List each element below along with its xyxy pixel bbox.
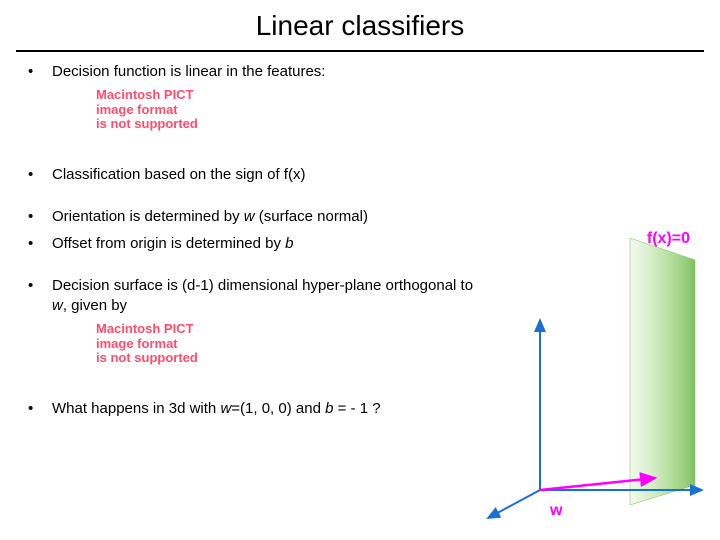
axis-y (488, 490, 540, 518)
bullet-4-var-b: b (285, 235, 293, 252)
bullet-dot-icon: • (26, 399, 52, 419)
bullet-3-pre: Orientation is determined by (52, 208, 244, 225)
bullet-5-post: , given by (63, 297, 127, 314)
bullet-4-pre: Offset from origin is determined by (52, 235, 285, 252)
bullet-3-var-w: w (244, 208, 255, 225)
bullet-1-text: Decision function is linear in the featu… (52, 62, 694, 82)
bullet-6-mid: =(1, 0, 0) and (231, 400, 325, 417)
bullet-dot-icon: • (26, 62, 52, 82)
bullet-6-post: = - 1 ? (333, 400, 380, 417)
bullet-5-var-w: w (52, 297, 63, 314)
bullet-dot-icon: • (26, 165, 52, 185)
bullet-2: • Classification based on the sign of f(… (26, 165, 694, 185)
bullet-1: • Decision function is linear in the fea… (26, 62, 694, 82)
pict-line-1: Macintosh PICT (96, 88, 694, 102)
pict-line-3: is not supported (96, 117, 694, 131)
bullet-dot-icon: • (26, 207, 52, 227)
bullet-6-var-w: w (220, 400, 231, 417)
w-vector-label: w (550, 502, 562, 520)
bullet-dot-icon: • (26, 276, 52, 296)
plane-shape (630, 238, 695, 505)
bullet-3-text: Orientation is determined by w (surface … (52, 207, 694, 227)
slide-title: Linear classifiers (0, 0, 720, 50)
bullet-3: • Orientation is determined by w (surfac… (26, 207, 694, 227)
pict-error-placeholder-1: Macintosh PICT image format is not suppo… (96, 88, 694, 131)
bullet-3-post: (surface normal) (255, 208, 368, 225)
fx-zero-label: f(x)=0 (647, 230, 690, 248)
bullet-5-pre: Decision surface is (d-1) dimensional hy… (52, 277, 473, 294)
bullet-6-pre: What happens in 3d with (52, 400, 220, 417)
title-underline (16, 50, 704, 52)
pict-line-2: image format (96, 103, 694, 117)
bullet-dot-icon: • (26, 234, 52, 254)
hyperplane-diagram: f(x)=0 w (480, 230, 710, 520)
diagram-svg (480, 230, 710, 520)
slide: Linear classifiers • Decision function i… (0, 0, 720, 540)
bullet-2-text: Classification based on the sign of f(x) (52, 165, 694, 185)
